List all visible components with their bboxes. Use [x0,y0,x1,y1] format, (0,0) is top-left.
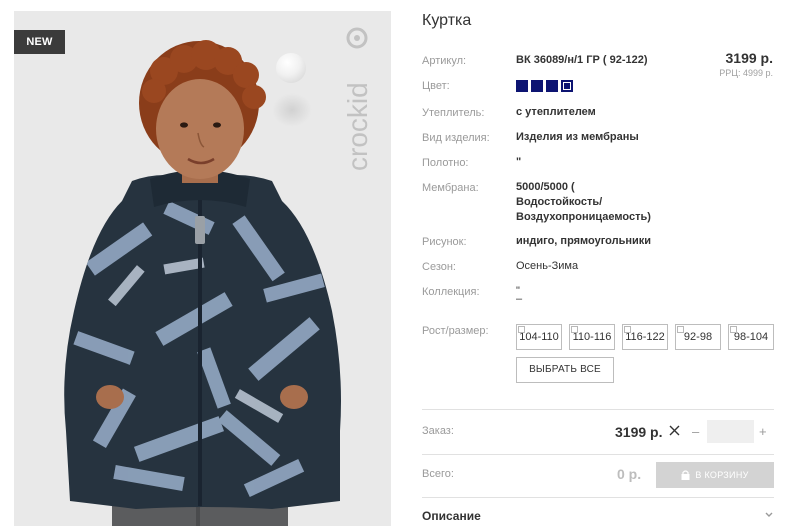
collection-value-line-2: – [516,293,523,305]
decor-ball [276,53,306,83]
fabric-label: Полотно: [422,157,469,169]
size-option-label: 110-116 [572,331,612,343]
product-image-child-jacket [64,40,341,526]
color-label: Цвет: [422,80,450,92]
membrane-value-line-3: Воздухопроницаемость) [516,211,651,223]
add-to-cart-button[interactable]: В КОРЗИНУ [656,462,774,488]
decor-ball-shadow [272,93,312,127]
size-checkbox-icon [677,326,684,333]
membrane-label: Мембрана: [422,182,479,194]
article-value: ВК 36089/н/1 ГР ( 92-122) [516,54,648,66]
size-options: 104-110 110-116 116-122 92-98 98-104 [516,324,774,350]
total-label: Всего: [422,468,454,480]
lock-icon [681,470,690,480]
size-option[interactable]: 98-104 [728,324,774,350]
article-label: Артикул: [422,55,467,67]
size-label: Рост/размер: [422,325,489,337]
color-swatch[interactable] [516,80,528,92]
product-price: 3199 р. [725,50,773,66]
quantity-decrease-button[interactable]: – [692,424,699,439]
brand-logo: crockid [342,27,373,171]
size-checkbox-icon [624,326,631,333]
svg-text:crockid: crockid [342,82,373,171]
total-value: 0 р. [617,466,642,482]
size-option[interactable]: 116-122 [622,324,668,350]
item-type-label: Вид изделия: [422,132,490,144]
season-label: Сезон: [422,261,456,273]
insulation-value: с утеплителем [516,106,596,118]
size-option[interactable]: 92-98 [675,324,721,350]
size-checkbox-icon [730,326,737,333]
order-label: Заказ: [422,425,454,437]
membrane-value-line-1: 5000/5000 ( [516,181,575,193]
quantity-input[interactable] [707,420,754,443]
quantity-increase-button[interactable]: + [759,424,767,439]
fabric-value: " [516,156,522,168]
color-swatch[interactable] [546,80,558,92]
add-to-cart-label: В КОРЗИНУ [695,470,749,480]
color-swatch[interactable] [531,80,543,92]
membrane-value-line-2: Водостойкость/ [516,196,603,208]
size-option-label: 104-110 [519,331,559,343]
size-option-label: 116-122 [625,331,665,343]
size-option[interactable]: 104-110 [516,324,562,350]
season-value: Осень-Зима [516,260,579,272]
size-option-label: 92-98 [683,331,713,343]
color-swatch-selected[interactable] [561,80,573,92]
size-option[interactable]: 110-116 [569,324,615,350]
collection-label: Коллекция: [422,286,480,298]
chevron-down-icon[interactable] [764,512,774,518]
size-checkbox-icon [518,326,525,333]
size-option-label: 98-104 [733,331,769,343]
description-toggle[interactable]: Описание [422,509,481,523]
new-badge: NEW [14,30,65,54]
select-all-sizes-button[interactable]: ВЫБРАТЬ ВСЕ [516,357,614,383]
color-swatches [516,80,573,92]
times-icon [669,425,680,436]
divider [422,409,774,410]
order-unit-price: 3199 р. [615,424,663,440]
item-type-value: Изделия из мембраны [516,131,639,143]
product-title: Куртка [422,12,472,29]
divider [422,454,774,455]
pattern-value: индиго, прямоугольники [516,235,652,247]
size-checkbox-icon [571,326,578,333]
pattern-label: Рисунок: [422,236,467,248]
recommended-retail-price: РРЦ: 4999 р. [719,68,773,78]
insulation-label: Утеплитель: [422,107,485,119]
divider [422,497,774,498]
product-photo[interactable]: NEW crockid [14,11,391,526]
